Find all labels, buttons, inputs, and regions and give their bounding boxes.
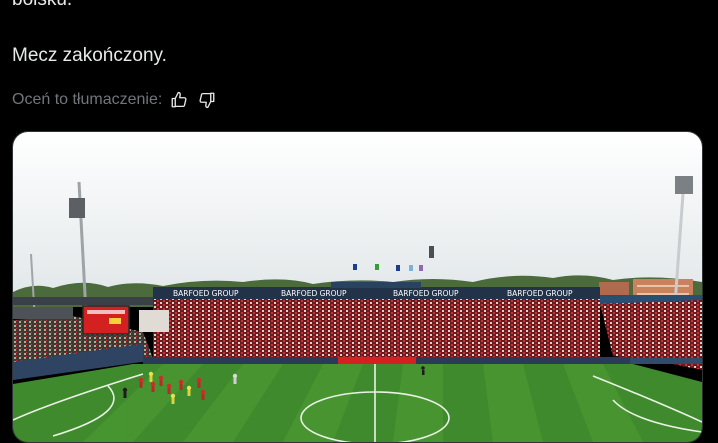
thumb-down-icon[interactable] <box>196 90 218 110</box>
sponsor-board: BARFOED GROUP <box>173 289 239 298</box>
post-text-match-ended: Mecz zakończony. <box>12 45 167 66</box>
sponsor-board: BARFOED GROUP <box>393 289 459 298</box>
sponsor-board: BARFOED GROUP <box>281 289 347 298</box>
translation-rating: Oceń to tłumaczenie: <box>12 89 218 111</box>
scoreboard <box>82 305 130 335</box>
post-text-previous-line: boisku. <box>12 0 72 12</box>
sky <box>13 132 702 292</box>
stadium-photo: BARFOED GROUP BARFOED GROUP BARFOED GROU… <box>13 132 702 442</box>
translation-rating-label: Oceń to tłumaczenie: <box>12 91 163 108</box>
main-stand-crowd <box>153 299 600 359</box>
post-media-stadium-photo[interactable]: BARFOED GROUP BARFOED GROUP BARFOED GROU… <box>12 131 703 443</box>
sponsor-board: BARFOED GROUP <box>507 289 573 298</box>
thumb-up-icon[interactable] <box>168 90 190 110</box>
